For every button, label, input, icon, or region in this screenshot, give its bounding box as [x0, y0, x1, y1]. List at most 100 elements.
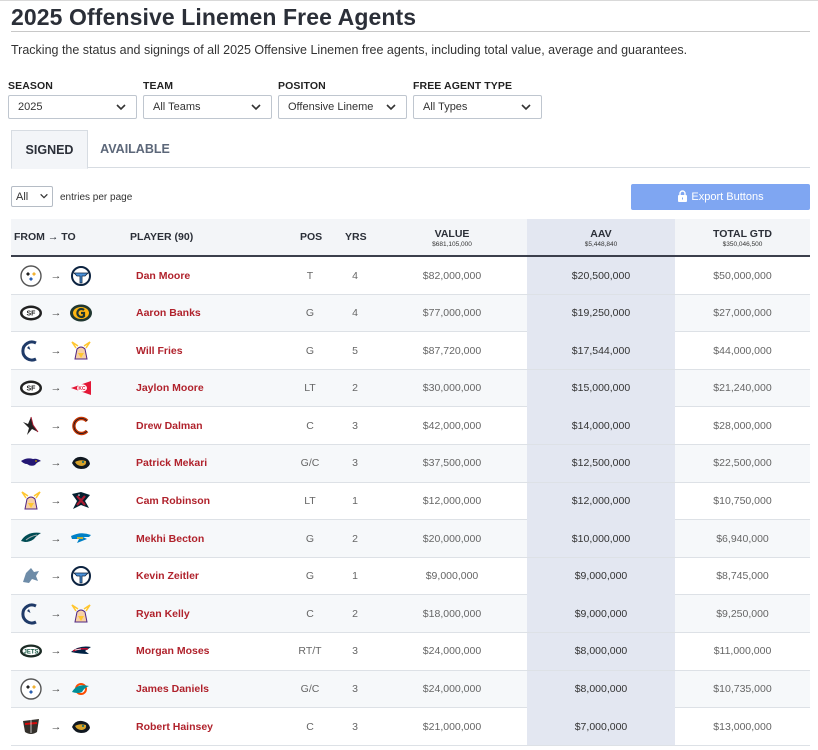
years-cell: 2: [352, 532, 358, 545]
filter-team: TEAM All Teams: [143, 80, 272, 119]
player-link[interactable]: Patrick Mekari: [136, 445, 286, 482]
player-link[interactable]: Robert Hainsey: [136, 708, 286, 745]
table-row: SF → KC Jaylon Moore LT 2 $30,000,000 $15,000,0…: [11, 369, 810, 408]
from-team-logo[interactable]: [19, 708, 43, 745]
to-team-logo[interactable]: [69, 595, 93, 632]
aav-cell: $14,000,000: [527, 407, 675, 445]
arrow-right-icon: →: [47, 231, 59, 243]
column-header-gtd-label: TOTAL GTD: [713, 228, 772, 240]
guaranteed-cell: $9,250,000: [716, 607, 769, 620]
from-team-logo[interactable]: [19, 595, 43, 632]
chevron-down-icon: [386, 104, 396, 111]
player-link[interactable]: Aaron Banks: [136, 295, 286, 332]
player-link[interactable]: James Daniels: [136, 671, 286, 708]
guaranteed-cell: $21,240,000: [713, 382, 772, 395]
position-cell: G/C: [300, 457, 320, 470]
player-link[interactable]: Jaylon Moore: [136, 370, 286, 407]
column-header-aav[interactable]: AAV $5,448,840: [527, 219, 675, 255]
from-team-logo[interactable]: [19, 257, 43, 294]
column-header-gtd[interactable]: TOTAL GTD $350,046,500: [675, 219, 810, 255]
page-subtitle: Tracking the status and signings of all …: [11, 43, 688, 57]
to-team-logo[interactable]: [69, 257, 93, 294]
column-header-from-to[interactable]: FROM → TO: [14, 219, 76, 255]
value-cell: $21,000,000: [422, 720, 482, 733]
table-row: → Dan Moore T 4 $82,000,000 $20,500,000 $50,00…: [11, 257, 810, 295]
to-team-logo[interactable]: [69, 445, 93, 482]
player-link[interactable]: Dan Moore: [136, 257, 286, 294]
value-cell: $18,000,000: [422, 607, 482, 620]
player-link[interactable]: Cam Robinson: [136, 483, 286, 520]
falcons-logo: [23, 416, 39, 435]
column-header-aav-total: $5,448,840: [584, 241, 618, 248]
years-cell: 4: [352, 269, 358, 282]
buccaneers-logo: [23, 718, 39, 734]
texans-logo: [72, 492, 90, 510]
column-header-pos[interactable]: POS: [300, 219, 322, 255]
from-team-logo[interactable]: [19, 407, 43, 444]
to-team-logo[interactable]: [69, 633, 93, 670]
from-team-logo[interactable]: [19, 520, 43, 557]
from-team-logo[interactable]: [19, 332, 43, 369]
from-team-logo[interactable]: SF: [19, 370, 43, 407]
player-link[interactable]: Ryan Kelly: [136, 595, 286, 632]
tab-available[interactable]: AVAILABLE: [88, 130, 182, 168]
position-select-value: Offensive Lineme: [288, 101, 374, 113]
export-buttons[interactable]: Export Buttons: [631, 184, 810, 210]
value-cell: $20,000,000: [422, 532, 482, 545]
column-header-player[interactable]: PLAYER (90): [130, 219, 193, 255]
player-link[interactable]: Morgan Moses: [136, 633, 286, 670]
arrow-right-icon: →: [50, 683, 62, 696]
to-team-logo[interactable]: [69, 483, 93, 520]
title-divider: [11, 31, 810, 32]
svg-text:SF: SF: [27, 311, 37, 318]
to-team-logo[interactable]: [69, 671, 93, 708]
column-header-value[interactable]: VALUE $681,105,000: [378, 219, 526, 255]
to-team-logo[interactable]: [69, 708, 93, 745]
team-select[interactable]: All Teams: [143, 95, 272, 119]
filter-label-agent-type: FREE AGENT TYPE: [413, 80, 513, 92]
lock-icon: [678, 190, 688, 202]
vikings-logo: [21, 491, 41, 510]
player-link[interactable]: Will Fries: [136, 332, 286, 369]
from-team-logo[interactable]: JETS: [19, 633, 43, 670]
column-header-from: FROM: [14, 231, 45, 243]
to-team-logo[interactable]: [69, 295, 93, 332]
season-select[interactable]: 2025: [8, 95, 137, 119]
jaguars-logo: [72, 720, 90, 733]
to-team-logo[interactable]: KC: [69, 370, 93, 407]
from-team-logo[interactable]: [19, 671, 43, 708]
from-team-logo[interactable]: [19, 445, 43, 482]
position-cell: G: [305, 344, 315, 357]
position-select[interactable]: Offensive Lineme: [278, 95, 407, 119]
agent-type-select[interactable]: All Types: [413, 95, 542, 119]
column-header-value-total: $681,105,000: [432, 241, 472, 248]
value-cell: $42,000,000: [422, 419, 482, 432]
from-team-logo[interactable]: [19, 483, 43, 520]
to-team-logo[interactable]: [69, 407, 93, 444]
value-cell: $24,000,000: [422, 645, 482, 658]
column-header-yrs[interactable]: YRS: [345, 219, 367, 255]
position-cell: G/C: [300, 683, 320, 696]
to-team-logo[interactable]: [69, 558, 93, 595]
tab-signed[interactable]: SIGNED: [11, 130, 88, 169]
player-link[interactable]: Drew Dalman: [136, 407, 286, 444]
value-cell: $37,500,000: [422, 457, 482, 470]
steelers-logo: [20, 678, 42, 700]
player-link[interactable]: Kevin Zeitler: [136, 558, 286, 595]
chevron-down-icon: [116, 104, 126, 111]
position-cell: RT/T: [298, 645, 322, 658]
to-team-logo[interactable]: [69, 520, 93, 557]
arrow-right-icon: →: [50, 382, 62, 395]
from-team-logo[interactable]: [19, 558, 43, 595]
table-row: SF → Aaron Banks G 4 $77,000,000 $19,250,000 $2…: [11, 294, 810, 333]
from-team-logo[interactable]: SF: [19, 295, 43, 332]
svg-text:JETS: JETS: [23, 650, 38, 656]
to-team-logo[interactable]: [69, 332, 93, 369]
jets-logo: JETS: [20, 644, 42, 658]
colts-logo: [21, 340, 37, 362]
chevron-down-icon: [251, 104, 261, 111]
player-link[interactable]: Mekhi Becton: [136, 520, 286, 557]
table-row: → James Daniels G/C 3 $24,000,000 $8,000,000 $…: [11, 670, 810, 709]
guaranteed-cell: $13,000,000: [713, 720, 772, 733]
page-length-select[interactable]: All: [11, 186, 53, 207]
